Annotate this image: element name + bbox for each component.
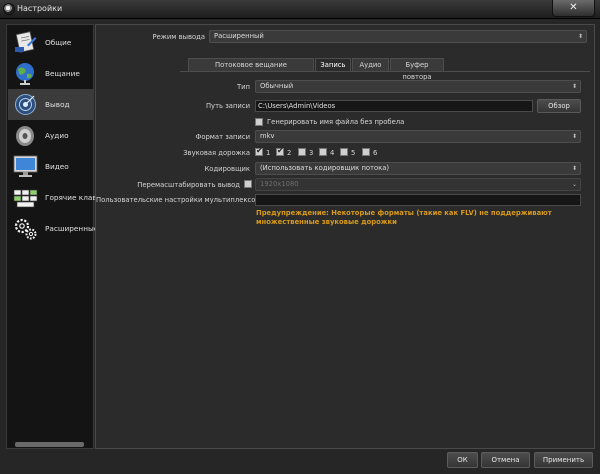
cancel-button[interactable]: Отмена (481, 452, 530, 468)
recording-format-select[interactable]: mkv ⬍ (255, 130, 581, 143)
sidebar-item-label: Вывод (45, 100, 70, 109)
sidebar-item-label: Аудио (45, 131, 69, 140)
sidebar-item-advanced[interactable]: Расширенные (8, 213, 98, 244)
recording-type-label: Тип (236, 83, 250, 91)
no-space-filename-checkbox[interactable] (255, 118, 263, 126)
recording-format-value: mkv (260, 132, 275, 140)
gears-icon (14, 218, 37, 240)
audio-track-3-label: 3 (309, 149, 314, 157)
sidebar-item-label: Видео (45, 162, 69, 171)
encoder-value: (Использовать кодировщик потока) (260, 164, 390, 172)
close-button[interactable]: ✕ (552, 0, 595, 17)
audio-track-6-checkbox[interactable] (362, 148, 370, 156)
sidebar-item-video[interactable]: Видео (8, 151, 94, 182)
no-space-filename-label: Генерировать имя файла без пробела (267, 118, 405, 126)
rescale-resolution-value: 1920x1080 (260, 180, 299, 188)
sidebar-scrollbar[interactable] (15, 442, 84, 447)
encoder-select[interactable]: (Использовать кодировщик потока) ⬍ (255, 162, 581, 175)
audio-track-2-checkbox[interactable] (276, 146, 284, 156)
muxer-settings-label: Пользовательские настройки мультиплексор… (96, 196, 264, 204)
apply-button[interactable]: Применить (534, 452, 593, 468)
sidebar-item-audio[interactable]: Аудио (8, 120, 94, 151)
tab-recording[interactable]: Запись (315, 58, 351, 71)
keyboard-icon (13, 189, 38, 208)
muxer-settings-input[interactable] (255, 194, 581, 206)
recording-path-input[interactable]: C:\Users\Admin\Videos (255, 100, 533, 112)
browse-button[interactable]: Обзор (537, 99, 581, 113)
output-mode-select[interactable]: Расширенный ⬍ (209, 30, 587, 43)
speaker-icon (16, 126, 34, 146)
tab-streaming[interactable]: Потоковое вещание (188, 58, 314, 71)
sidebar-item-broadcast[interactable]: Вещание (8, 58, 94, 89)
ok-button[interactable]: ОК (447, 452, 478, 468)
audio-track-5-label: 5 (351, 149, 356, 157)
broadcast-globe-icon (16, 63, 34, 85)
sidebar-item-label: Горячие клави (45, 193, 102, 202)
window-title: Настройки (17, 4, 63, 13)
audio-track-4-checkbox[interactable] (319, 148, 327, 156)
rescale-output-checkbox[interactable] (244, 180, 252, 188)
tab-audio[interactable]: Аудио (352, 58, 389, 71)
updown-arrows-icon: ⬍ (571, 165, 577, 172)
sidebar-item-label: Расширенные (45, 224, 99, 233)
title-bar: Настройки ✕ (0, 0, 600, 19)
recording-format-label: Формат записи (195, 133, 250, 141)
output-satellite-icon (15, 94, 36, 115)
audio-track-4-label: 4 (330, 149, 335, 157)
recording-path-label: Путь записи (205, 102, 250, 110)
rescale-output-label: Перемасштабировать вывод (137, 181, 240, 189)
rescale-resolution-select: 1920x1080 ⌄ (255, 178, 581, 191)
chevron-down-icon: ⌄ (571, 181, 577, 188)
sidebar-item-hotkeys[interactable]: Горячие клави (8, 182, 101, 213)
tab-separator (180, 71, 590, 72)
audio-track-2-label: 2 (287, 149, 292, 157)
output-mode-value: Расширенный (214, 32, 264, 40)
audio-track-1-label: 1 (266, 149, 271, 157)
tab-replay-buffer[interactable]: Буфер повтора (390, 58, 444, 81)
multitrack-warning: Предупреждение: Некоторые форматы (такие… (256, 209, 552, 226)
sidebar-item-label: Общие (45, 38, 72, 47)
recording-type-select[interactable]: Обычный ⬍ (255, 80, 581, 93)
updown-arrows-icon: ⬍ (577, 33, 583, 40)
updown-arrows-icon: ⬍ (571, 133, 577, 140)
sidebar-item-output[interactable]: Вывод (8, 89, 94, 120)
sidebar-item-general[interactable]: Общие (8, 27, 94, 58)
audio-track-3-checkbox[interactable] (298, 148, 306, 156)
output-mode-label: Режим вывода (152, 33, 205, 41)
sidebar-item-label: Вещание (45, 69, 80, 78)
updown-arrows-icon: ⬍ (571, 83, 577, 90)
audio-track-6-label: 6 (373, 149, 378, 157)
settings-doc-icon (15, 31, 37, 53)
audio-track-1-checkbox[interactable] (255, 146, 263, 156)
obs-logo-icon (3, 3, 15, 15)
recording-type-value: Обычный (260, 82, 294, 90)
settings-sidebar: Общие Вещание Вывод Аудио Видео Горячие … (6, 24, 101, 449)
output-settings-panel: Режим вывода Расширенный ⬍ Потоковое вещ… (95, 24, 595, 449)
encoder-label: Кодировщик (204, 165, 250, 173)
audio-track-5-checkbox[interactable] (340, 148, 348, 156)
audio-track-label: Звуковая дорожка (183, 149, 250, 157)
monitor-icon (13, 155, 38, 177)
